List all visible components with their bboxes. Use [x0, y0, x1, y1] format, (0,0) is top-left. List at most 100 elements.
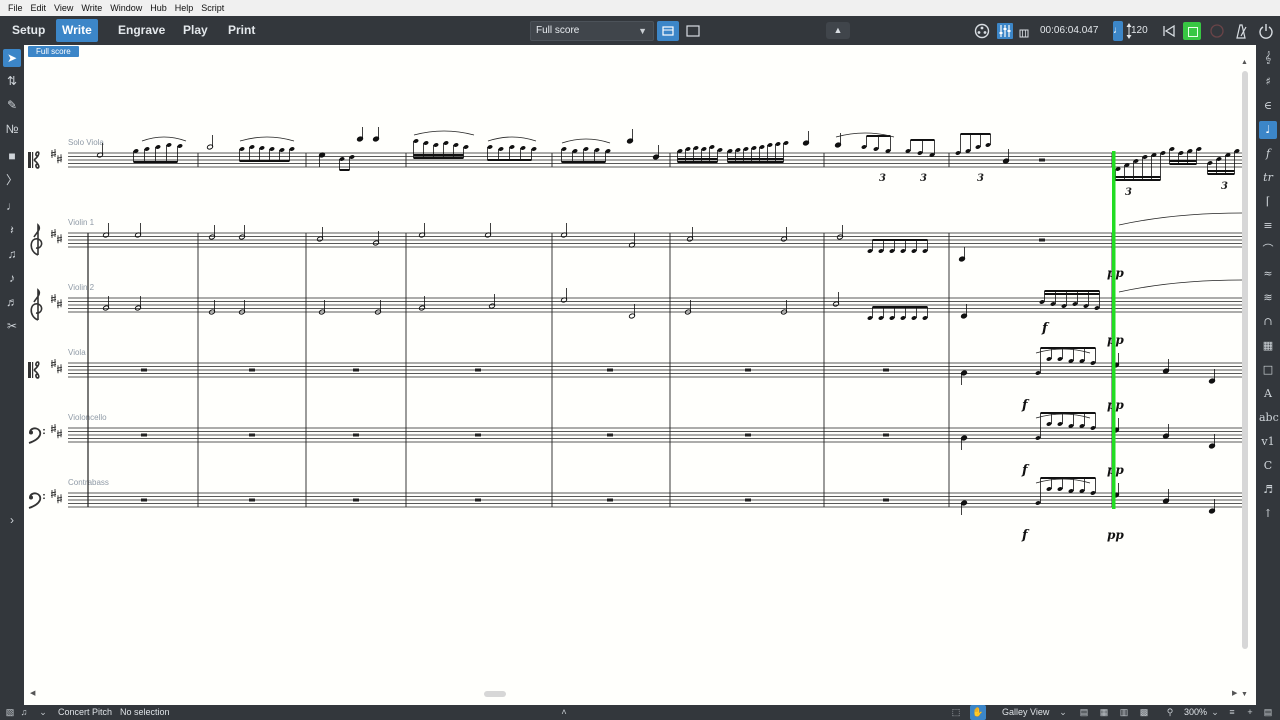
galley-view-icon [662, 26, 674, 36]
chord-symbols-icon[interactable]: v1 [1259, 433, 1277, 451]
trill-icon[interactable]: ≋ [1259, 289, 1277, 307]
chord-icon[interactable]: ♫ [3, 245, 21, 263]
hand-tool-icon[interactable]: ✋ [970, 705, 986, 720]
mode-tab-engrave[interactable]: Engrave [112, 19, 171, 42]
tie-icon[interactable]: ♬ [3, 293, 21, 311]
figured-bass-icon[interactable]: ♬ [1259, 481, 1277, 499]
clef-icon[interactable]: 𝄞 [1259, 49, 1277, 67]
comments-icon[interactable]: □ [1259, 361, 1277, 379]
lyrics-icon[interactable]: abc [1259, 409, 1279, 427]
select-arrow-icon[interactable]: ➤ [3, 49, 21, 67]
menu-hub[interactable]: Hub [146, 0, 171, 16]
chevron-down-icon[interactable]: ⌄ [1210, 705, 1220, 720]
expand-panel-chevron-icon[interactable]: › [3, 511, 21, 529]
video-reel-icon[interactable] [974, 23, 990, 39]
dynamics-icon[interactable]: f [1259, 145, 1277, 163]
note-input-icon[interactable]: ⇅ [3, 72, 21, 90]
horizontal-scroll-thumb[interactable] [484, 691, 506, 697]
sidebar-toggle-icon[interactable]: ▧ [4, 705, 16, 720]
scroll-left-arrow-icon[interactable]: ◀ [30, 690, 35, 698]
time-signature-icon[interactable]: ∈ [1259, 97, 1277, 115]
playhead[interactable] [1112, 151, 1116, 509]
pencil-icon[interactable]: ✎ [3, 96, 21, 114]
menu-file[interactable]: File [4, 0, 27, 16]
note-value-icon[interactable]: ♩ [3, 197, 21, 215]
menu-help[interactable]: Help [171, 0, 198, 16]
text-icon[interactable]: A [1259, 385, 1277, 403]
chevron-down-icon[interactable]: ⌄ [38, 705, 48, 720]
galley-view-button[interactable] [657, 21, 679, 41]
grace-note-icon[interactable]: ♪ [3, 269, 21, 287]
tempo-quarter-note-icon[interactable]: ♩ [1113, 21, 1123, 41]
menu-window[interactable]: Window [106, 0, 146, 16]
page-view-button[interactable] [682, 21, 704, 41]
arpeggio-icon[interactable]: ≈ [1259, 265, 1277, 283]
tempo-icon[interactable]: ♩ [1259, 121, 1277, 139]
keyboard-panel-icon[interactable] [1019, 29, 1029, 38]
concert-pitch-toggle[interactable]: Concert Pitch [58, 705, 112, 720]
slur [1035, 478, 1091, 484]
zoom-icon[interactable]: ⚲ [1164, 705, 1176, 720]
keyboard-icon[interactable]: ▦ [1259, 337, 1277, 355]
spread-icon[interactable]: ▦ [1098, 705, 1110, 720]
key-signature-icon[interactable]: ♯ [1259, 73, 1277, 91]
scissors-icon[interactable]: ✂ [3, 317, 21, 335]
signposts-icon[interactable]: ▩ [1138, 705, 1150, 720]
score-view[interactable]: Solo Viola Violin 1 Violin 2 Viola Violoncel… [24, 45, 1256, 705]
hide-panels-button[interactable]: ▲ [826, 22, 850, 39]
cursor-tool-icon[interactable]: № [3, 120, 21, 138]
add-icon[interactable]: + [1244, 705, 1256, 720]
beamed-notes [955, 133, 991, 155]
ornaments-icon[interactable]: tr [1259, 169, 1277, 187]
mode-tab-write[interactable]: Write [56, 19, 98, 42]
repeat-structures-icon[interactable]: ⌈ [1259, 193, 1277, 211]
tuplet-number: 3 [977, 173, 984, 184]
vertical-scrollbar[interactable]: ▲ ▼ [1240, 59, 1248, 699]
slur [239, 136, 295, 142]
menu-script[interactable]: Script [197, 0, 228, 16]
view-type-select[interactable]: Galley View [1002, 705, 1049, 720]
metronome-icon[interactable] [1232, 22, 1250, 40]
rest-icon[interactable]: 𝄽 [3, 221, 21, 239]
menu-view[interactable]: View [50, 0, 77, 16]
zoom-level[interactable]: 300% [1184, 705, 1207, 720]
play-button[interactable] [1183, 22, 1201, 40]
layout-options-icon[interactable]: ▤ [1262, 705, 1274, 720]
vertical-scroll-thumb[interactable] [1242, 71, 1248, 649]
lock-duration-icon[interactable]: ■ [3, 147, 21, 165]
rewind-to-start-icon[interactable] [1160, 22, 1178, 40]
page-arrangement-icon[interactable]: ▤ [1078, 705, 1090, 720]
horizontal-scrollbar[interactable]: ◀ ▶ [30, 690, 1240, 698]
fingering-icon[interactable]: ↑ [1259, 505, 1277, 523]
power-icon[interactable] [1257, 22, 1275, 40]
marquee-tool-icon[interactable]: ⬚ [950, 705, 962, 720]
layout-tab-full-score[interactable]: Full score [28, 46, 79, 57]
tempo-value[interactable]: 120 [1131, 22, 1148, 40]
beamed-notes [727, 141, 789, 163]
mixer-icon[interactable] [997, 23, 1013, 39]
layout-selector[interactable]: Full score ▼ [530, 21, 654, 41]
menu-edit[interactable]: Edit [27, 0, 51, 16]
insert-mode-icon[interactable]: 〉 [3, 171, 21, 189]
tremolo-icon[interactable]: ≡ [1259, 217, 1277, 235]
key-signature-icon [50, 359, 63, 374]
mode-tab-print[interactable]: Print [222, 19, 261, 42]
slur [1035, 348, 1091, 354]
pitch-tuning-fork-icon[interactable]: ♫ [18, 705, 30, 720]
scroll-down-arrow-icon[interactable]: ▼ [1241, 691, 1248, 699]
chord-diagram-icon[interactable]: C [1259, 457, 1277, 475]
harp-pedal-icon[interactable]: ∩ [1259, 313, 1277, 331]
view-options-icon[interactable]: ≡ [1226, 705, 1238, 720]
note [628, 304, 636, 319]
scroll-right-arrow-icon[interactable]: ▶ [1232, 690, 1237, 698]
chevron-up-icon[interactable]: ˄ [558, 705, 570, 720]
mode-tab-setup[interactable]: Setup [6, 19, 51, 42]
scroll-up-arrow-icon[interactable]: ▲ [1241, 59, 1248, 67]
record-icon[interactable] [1208, 22, 1226, 40]
holds-pauses-icon[interactable]: ⌒ [1259, 241, 1277, 259]
menu-write[interactable]: Write [77, 0, 106, 16]
chevron-down-icon[interactable]: ⌄ [1058, 705, 1068, 720]
page-scroll-icon[interactable]: ▥ [1118, 705, 1130, 720]
mode-tab-play[interactable]: Play [177, 19, 214, 42]
dynamic-pianissimo: pp [1107, 528, 1124, 542]
